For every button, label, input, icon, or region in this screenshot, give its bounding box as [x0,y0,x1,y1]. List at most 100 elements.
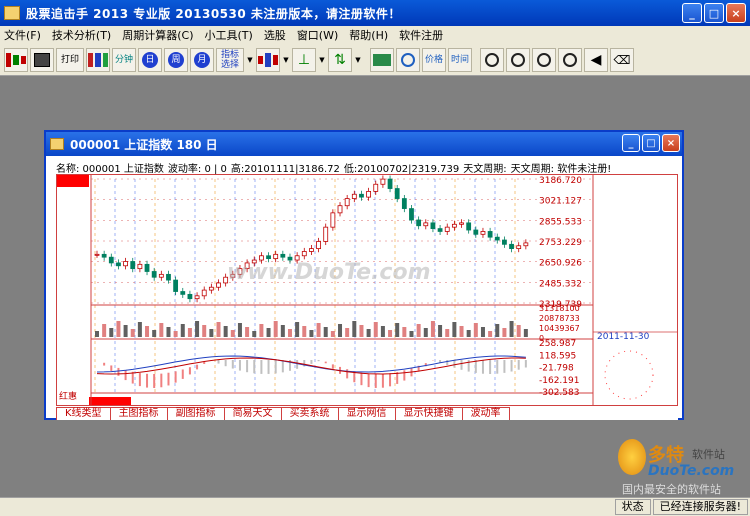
candle-body [266,255,271,260]
macd-bar [489,360,492,374]
volume-bar [259,324,264,337]
macd-tick-label: -21.798 [539,364,574,374]
indicator-select-button[interactable]: 指标选择 [216,47,244,72]
candle-body [451,223,457,228]
chart-maximize-button[interactable]: □ [642,134,660,152]
macd-tick-label: 118.595 [539,351,576,361]
cycle-icon-button[interactable] [480,47,504,72]
time-button[interactable]: 时间 [448,47,472,72]
clock-icon-button[interactable] [396,47,420,72]
stock-name: 名称: 000001 上证指数 [56,164,164,174]
volume-bar [295,322,300,337]
stock-low: 低:20100702|2319.739 [343,164,460,174]
duote-url: DuoTe.com [648,463,735,479]
indicator-dropdown-icon[interactable]: ▼ [246,48,254,72]
maximize-button[interactable]: □ [704,3,724,23]
macd-bar [224,360,227,367]
tab-simple-astro[interactable]: 简易天文 [223,407,282,420]
duote-logo-icon [618,439,646,475]
close-button[interactable]: × [726,3,746,23]
tab-main-indicator[interactable]: 主图指标 [109,407,168,420]
volume-bar [502,328,507,337]
volume-bar [438,325,443,337]
menu-register[interactable]: 软件注册 [399,27,443,43]
macd-bar [217,360,220,364]
tab-trade-system[interactable]: 买卖系统 [280,407,339,420]
cycle3-icon-button[interactable] [532,47,556,72]
volume-bar [480,327,485,337]
duote-center-watermark: www.DuoTe.com [227,260,431,285]
macd-bar [253,360,256,374]
volume-bar [473,323,478,337]
back-icon-button[interactable]: ◀ [584,47,608,72]
cycle4-icon-button[interactable] [558,47,582,72]
menu-file[interactable]: 文件(F) [4,27,41,43]
month-button[interactable]: 月 [190,47,214,72]
macd-bar [481,360,484,374]
day-button[interactable]: 日 [138,47,162,72]
tab-volatility[interactable]: 波动率 [461,407,510,420]
app-titlebar[interactable]: 股票追击手 2013 专业版 20130530 未注册版本，请注册软件！ _ □… [0,0,750,26]
tab-sub-indicator[interactable]: 副图指标 [166,407,225,420]
tab-show-netinfo[interactable]: 显示网信 [337,407,396,420]
tab-kline-type[interactable]: K线类型 [56,407,111,420]
candlestick-icon-button[interactable] [4,47,28,72]
volume-bar [123,325,128,337]
candle-body [280,253,286,258]
stock-volatility: 波动率: 0 | 0 [167,164,227,174]
volume-bar [223,326,228,337]
side-label: 红惠 [59,390,77,402]
candle-body [158,273,164,278]
menu-tech-analysis[interactable]: 技术分析(T) [52,27,111,43]
volume-bar [245,327,250,337]
volume-bar [445,329,450,337]
menu-help[interactable]: 帮助(H) [349,27,388,43]
price-button[interactable]: 价格 [422,47,446,72]
macd-bar [117,367,120,376]
chart-window-titlebar[interactable]: 000001 上证指数 180 日 _ □ × [46,132,682,156]
minute-button[interactable]: 分钟 [112,47,136,72]
price-tick-label: 2855.533 [539,217,582,227]
axis-dropdown-icon[interactable]: ▼ [318,48,326,72]
menu-stock-select[interactable]: 选股 [264,27,286,43]
cycle2-icon-button[interactable] [506,47,530,72]
bar-chart-dropdown-icon[interactable]: ▼ [282,48,290,72]
candle-body [323,226,329,242]
candle-body [473,229,479,235]
chart-window-icon [50,138,64,150]
menu-cycle-calc[interactable]: 周期计算器(C) [122,27,193,43]
volume-bar [159,323,164,337]
volume-bar [116,321,121,337]
macd-bar [281,360,284,373]
calculator-icon-button[interactable] [370,47,394,72]
macd-bar [231,360,234,369]
tab-show-shortcuts[interactable]: 显示快捷键 [394,407,463,420]
chart-close-button[interactable]: × [662,134,680,152]
macd-bar [517,360,520,370]
macd-bar [460,360,463,370]
macd-bar [446,360,449,366]
cursor-dropdown-icon[interactable]: ▼ [354,48,362,72]
cursor-icon-button[interactable]: ⇅ [328,47,352,72]
minimize-button[interactable]: _ [682,3,702,23]
price-tick-label: 2753.229 [539,238,582,248]
candle-body [387,178,393,189]
macd-bar [360,372,363,386]
chart-minimize-button[interactable]: _ [622,134,640,152]
menu-window[interactable]: 窗口(W) [297,27,338,43]
save-icon-button[interactable] [30,47,54,72]
books-icon-button[interactable] [86,47,110,72]
print-button[interactable]: 打印 [56,47,84,72]
candle-body [180,291,186,295]
axis-icon-button[interactable]: ⊥ [292,47,316,72]
macd-tick-label: -302.583 [539,388,579,398]
macd-bar [110,365,113,371]
eraser-icon-button[interactable]: ⌫ [610,47,634,72]
bar-chart-icon-button[interactable] [256,47,280,72]
week-button[interactable]: 周 [164,47,188,72]
stock-chart[interactable]: 3186.720 3021.127 2855.533 2753.229 2650.926… [57,175,677,405]
macd-bar [238,360,241,371]
menu-tools[interactable]: 小工具(T) [205,27,253,43]
chart-area[interactable]: 3186.720 3021.127 2855.533 2753.229 2650.926… [56,174,678,406]
candle-body [173,279,179,292]
